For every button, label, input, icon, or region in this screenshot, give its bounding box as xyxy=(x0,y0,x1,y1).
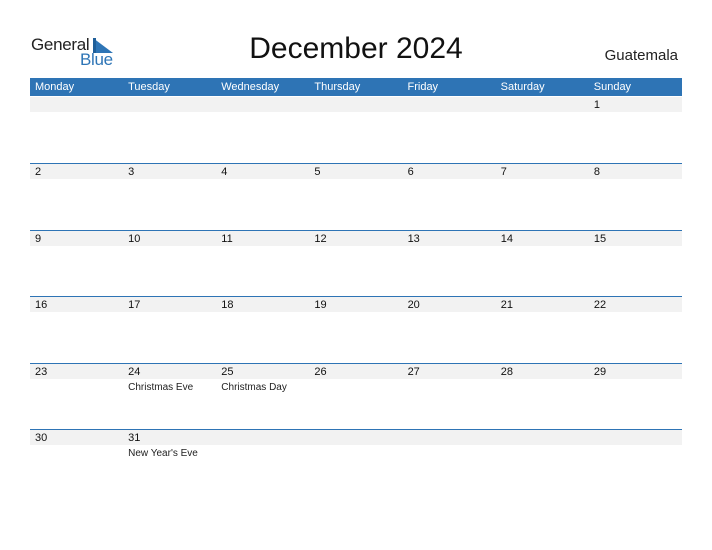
weekday-wednesday: Wednesday xyxy=(221,81,280,93)
day-number: 8 xyxy=(593,166,600,178)
day-cell: 28 xyxy=(496,364,589,430)
day-cell xyxy=(496,97,589,163)
day-cell: 25 Christmas Day xyxy=(216,364,309,430)
day-number: 22 xyxy=(593,299,607,311)
day-cell: 15 xyxy=(589,231,682,297)
week-row: 9 10 11 12 13 14 15 xyxy=(30,230,682,297)
country-label: Guatemala xyxy=(604,47,678,64)
day-cell: 14 xyxy=(496,231,589,297)
day-cell: 11 xyxy=(216,231,309,297)
week-row: 16 17 18 19 20 21 22 xyxy=(30,296,682,363)
day-cell xyxy=(496,430,589,496)
day-cell xyxy=(309,97,402,163)
day-cell xyxy=(589,430,682,496)
day-cell: 26 xyxy=(309,364,402,430)
day-cell xyxy=(309,430,402,496)
day-number: 30 xyxy=(35,432,48,444)
holiday-label: Christmas Day xyxy=(221,382,287,393)
day-cell: 22 xyxy=(589,297,682,363)
day-cell: 27 xyxy=(403,364,496,430)
weekday-tuesday: Tuesday xyxy=(128,81,170,93)
day-number: 3 xyxy=(128,166,135,178)
day-cell xyxy=(403,97,496,163)
day-number: 17 xyxy=(128,299,141,311)
day-number: 12 xyxy=(314,233,327,245)
day-cell: 2 xyxy=(30,164,123,230)
day-number: 25 xyxy=(221,366,234,378)
day-number: 13 xyxy=(407,233,420,245)
day-number: 1 xyxy=(593,99,600,111)
day-number: 2 xyxy=(35,166,42,178)
day-number: 26 xyxy=(314,366,327,378)
day-cell: 8 xyxy=(589,164,682,230)
day-cell: 5 xyxy=(309,164,402,230)
weekday-thursday: Thursday xyxy=(314,81,361,93)
day-cell: 20 xyxy=(403,297,496,363)
day-cell: 1 xyxy=(589,97,682,163)
day-cell: 16 xyxy=(30,297,123,363)
day-cell xyxy=(403,430,496,496)
weekday-friday: Friday xyxy=(407,81,439,93)
day-cell: 17 xyxy=(123,297,216,363)
day-number: 9 xyxy=(35,233,42,245)
day-number: 10 xyxy=(128,233,141,245)
day-cell xyxy=(123,97,216,163)
holiday-label: Christmas Eve xyxy=(128,382,194,393)
day-cell: 18 xyxy=(216,297,309,363)
day-number: 14 xyxy=(500,233,513,245)
day-cell: 6 xyxy=(403,164,496,230)
day-cell: 12 xyxy=(309,231,402,297)
day-cell: 24 Christmas Eve xyxy=(123,364,216,430)
day-cell xyxy=(216,430,309,496)
day-cell: 29 xyxy=(589,364,682,430)
day-number: 23 xyxy=(35,366,48,378)
day-cell: 10 xyxy=(123,231,216,297)
day-cell: 30 xyxy=(30,430,123,496)
day-number: 11 xyxy=(221,233,233,245)
day-number: 20 xyxy=(407,299,420,311)
day-cell: 4 xyxy=(216,164,309,230)
day-number: 19 xyxy=(314,299,327,311)
day-number: 18 xyxy=(221,299,234,311)
day-number: 27 xyxy=(407,366,420,378)
weekday-header: Monday Tuesday Wednesday Thursday Friday… xyxy=(30,78,682,96)
day-number: 5 xyxy=(314,166,321,178)
day-number: 7 xyxy=(500,166,507,178)
day-number: 24 xyxy=(128,366,141,378)
day-cell: 19 xyxy=(309,297,402,363)
day-cell: 21 xyxy=(496,297,589,363)
day-number: 16 xyxy=(35,299,48,311)
day-number: 4 xyxy=(221,166,228,178)
day-cell: 13 xyxy=(403,231,496,297)
day-number: 31 xyxy=(128,432,141,444)
weekday-sunday: Sunday xyxy=(593,81,632,93)
day-number: 21 xyxy=(500,299,513,311)
day-cell: 23 xyxy=(30,364,123,430)
week-row: 23 24 Christmas Eve 25 Christmas Day 26 27 28 29 xyxy=(30,363,682,430)
day-number: 15 xyxy=(593,233,607,245)
day-number: 29 xyxy=(593,366,607,378)
day-number: 28 xyxy=(500,366,513,378)
holiday-label: New Year's Eve xyxy=(128,448,198,459)
week-row: 1 xyxy=(30,97,682,163)
day-cell: 3 xyxy=(123,164,216,230)
week-row: 30 31 New Year's Eve xyxy=(30,429,682,496)
day-cell: 7 xyxy=(496,164,589,230)
weekday-monday: Monday xyxy=(35,81,75,93)
week-row: 2 3 4 5 6 7 8 xyxy=(30,163,682,230)
day-cell: 9 xyxy=(30,231,123,297)
weekday-saturday: Saturday xyxy=(500,81,545,93)
day-cell xyxy=(30,97,123,163)
day-cell xyxy=(216,97,309,163)
day-number: 6 xyxy=(407,166,414,178)
day-cell: 31 New Year's Eve xyxy=(123,430,216,496)
